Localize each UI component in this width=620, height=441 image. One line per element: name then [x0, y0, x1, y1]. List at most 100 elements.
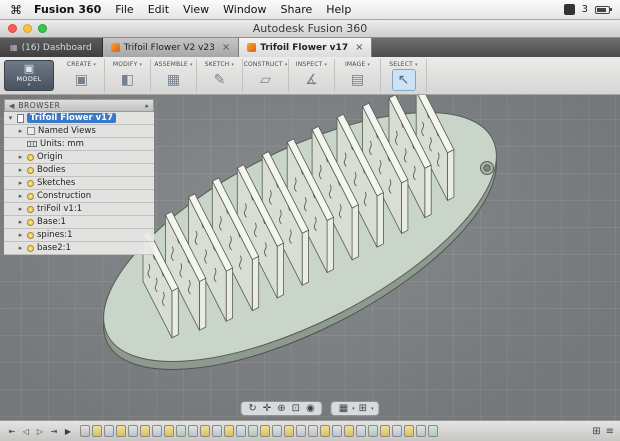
timeline-feature-extrude-icon[interactable]: [188, 425, 198, 437]
apple-menu-icon[interactable]: ⌘: [10, 3, 22, 17]
toolbar-group-label[interactable]: CREATE ▾: [67, 61, 96, 68]
timeline-feature-pattern-icon[interactable]: [176, 425, 186, 437]
timeline-feature-extrude-icon[interactable]: [272, 425, 282, 437]
zoom-icon[interactable]: ⊕: [275, 403, 287, 414]
browser-item-origin[interactable]: ▸ Origin: [4, 151, 154, 164]
bulb-icon[interactable]: [27, 192, 34, 200]
look-at-icon[interactable]: ◉: [304, 403, 317, 414]
browser-item-base-1[interactable]: ▸ Base:1: [4, 216, 154, 229]
timeline-feature-sketch-icon[interactable]: [92, 425, 102, 437]
grid-settings-icon[interactable]: ⊞: [357, 403, 369, 414]
browser-item-base2-1[interactable]: ▸ base2:1: [4, 242, 154, 255]
toolbar-group-label[interactable]: IMAGE ▾: [345, 61, 370, 68]
timeline-feature-sketch-icon[interactable]: [320, 425, 330, 437]
select-icon[interactable]: ↖: [391, 69, 416, 91]
toolbar-group-label[interactable]: SELECT ▾: [389, 61, 418, 68]
modify-icon[interactable]: ◧: [116, 69, 140, 91]
toolbar-group-label[interactable]: CONSTRUCT ▾: [244, 61, 288, 68]
sketch-icon[interactable]: ✎: [208, 69, 232, 91]
expand-arrow-icon[interactable]: ▸: [17, 166, 24, 174]
timeline-feature-pattern-icon[interactable]: [248, 425, 258, 437]
timeline-feature-sketch-icon[interactable]: [224, 425, 234, 437]
tab-trifoil-flower-v17[interactable]: Trifoil Flower v17 ×: [239, 38, 373, 57]
go-to-end-button[interactable]: ⇥: [48, 427, 60, 436]
timeline-feature-sketch-icon[interactable]: [344, 425, 354, 437]
expand-arrow-icon[interactable]: ▸: [17, 244, 24, 252]
timeline-feature-extrude-icon[interactable]: [392, 425, 402, 437]
expand-arrow-icon[interactable]: ▸: [17, 205, 24, 213]
model-hole[interactable]: [483, 164, 491, 172]
expand-arrow-icon[interactable]: ▾: [7, 114, 14, 122]
browser-item-trifoil-flower-v17[interactable]: ▾ Trifoil Flower v17: [4, 112, 154, 125]
bulb-icon[interactable]: [27, 166, 34, 174]
timeline-feature-sketch-icon[interactable]: [404, 425, 414, 437]
menu-window[interactable]: Window: [223, 3, 266, 16]
timeline-feature-pattern-icon[interactable]: [428, 425, 438, 437]
input-menu-icon[interactable]: [563, 4, 575, 15]
timeline-feature-extrude-icon[interactable]: [152, 425, 162, 437]
menu-file[interactable]: File: [115, 3, 133, 16]
toolbar-group-label[interactable]: SKETCH ▾: [205, 61, 234, 68]
display-settings-icon[interactable]: ▦: [337, 403, 350, 414]
timeline-feature-extrude-icon[interactable]: [236, 425, 246, 437]
expand-arrow-icon[interactable]: ▸: [17, 179, 24, 187]
browser-item-spines-1[interactable]: ▸ spines:1: [4, 229, 154, 242]
timeline-feature-component-icon[interactable]: [80, 425, 90, 437]
timeline-feature-sketch-icon[interactable]: [284, 425, 294, 437]
expand-arrow-icon[interactable]: ▸: [17, 231, 24, 239]
document-icon[interactable]: [17, 113, 24, 123]
timeline-feature-sketch-icon[interactable]: [260, 425, 270, 437]
bulb-icon[interactable]: [27, 218, 34, 226]
timeline-feature-extrude-icon[interactable]: [332, 425, 342, 437]
bulb-icon[interactable]: [27, 179, 34, 187]
toolbar-group-label[interactable]: ASSEMBLE ▾: [154, 61, 192, 68]
timeline-feature-sketch-icon[interactable]: [200, 425, 210, 437]
bulb-icon[interactable]: [27, 153, 34, 161]
timeline-feature-sketch-icon[interactable]: [164, 425, 174, 437]
expand-arrow-icon[interactable]: ▸: [17, 153, 24, 161]
play-button[interactable]: ▶: [62, 427, 74, 436]
timeline-zoom-icon[interactable]: ⊞: [592, 426, 600, 437]
timeline-feature-sketch-icon[interactable]: [116, 425, 126, 437]
browser-options-icon[interactable]: ▸: [145, 102, 149, 110]
assemble-icon[interactable]: ▦: [162, 69, 186, 91]
expand-arrow-icon[interactable]: ▸: [17, 192, 24, 200]
bulb-icon[interactable]: [27, 205, 34, 213]
battery-icon[interactable]: [595, 5, 612, 14]
timeline-feature-extrude-icon[interactable]: [296, 425, 306, 437]
workspace-switcher[interactable]: ▣ MODEL ▾: [4, 60, 54, 91]
dashboard-tab[interactable]: ▦ (16) Dashboard: [0, 38, 103, 57]
browser-header[interactable]: ◀ BROWSER ▸: [4, 99, 154, 112]
tab-close-icon[interactable]: ×: [222, 42, 230, 53]
timeline-feature-sketch-icon[interactable]: [380, 425, 390, 437]
close-window-button[interactable]: [8, 24, 17, 33]
orbit-icon[interactable]: ↻: [246, 403, 258, 414]
window-titlebar[interactable]: Autodesk Fusion 360: [0, 20, 620, 38]
menu-share[interactable]: Share: [281, 3, 313, 16]
timeline-feature-extrude-icon[interactable]: [416, 425, 426, 437]
menu-help[interactable]: Help: [326, 3, 351, 16]
bulb-icon[interactable]: [27, 231, 34, 239]
browser-item-construction[interactable]: ▸ Construction: [4, 190, 154, 203]
menu-edit[interactable]: Edit: [148, 3, 169, 16]
timeline-feature-pattern-icon[interactable]: [368, 425, 378, 437]
inspect-icon[interactable]: ∡: [300, 69, 324, 91]
browser-item-units-mm[interactable]: Units: mm: [4, 138, 154, 151]
expand-arrow-icon[interactable]: ▸: [17, 218, 24, 226]
menu-fusion-360[interactable]: Fusion 360: [34, 3, 101, 16]
timeline-feature-extrude-icon[interactable]: [104, 425, 114, 437]
timeline-feature-component-icon[interactable]: [308, 425, 318, 437]
construct-icon[interactable]: ▱: [254, 69, 278, 91]
minimize-window-button[interactable]: [23, 24, 32, 33]
toolbar-group-label[interactable]: MODIFY ▾: [113, 61, 142, 68]
tab-close-icon[interactable]: ×: [355, 42, 363, 53]
fit-icon[interactable]: ⊡: [290, 403, 302, 414]
tab-trifoil-flower-v2-v23[interactable]: Trifoil Flower V2 v23 ×: [102, 38, 240, 57]
menu-view[interactable]: View: [183, 3, 209, 16]
timeline-feature-extrude-icon[interactable]: [212, 425, 222, 437]
pan-icon[interactable]: ✛: [261, 403, 273, 414]
create-icon[interactable]: ▣: [70, 69, 94, 91]
views-icon[interactable]: [27, 127, 35, 135]
go-to-start-button[interactable]: ⇤: [6, 427, 18, 436]
collapse-panel-icon[interactable]: ◀: [9, 102, 14, 110]
